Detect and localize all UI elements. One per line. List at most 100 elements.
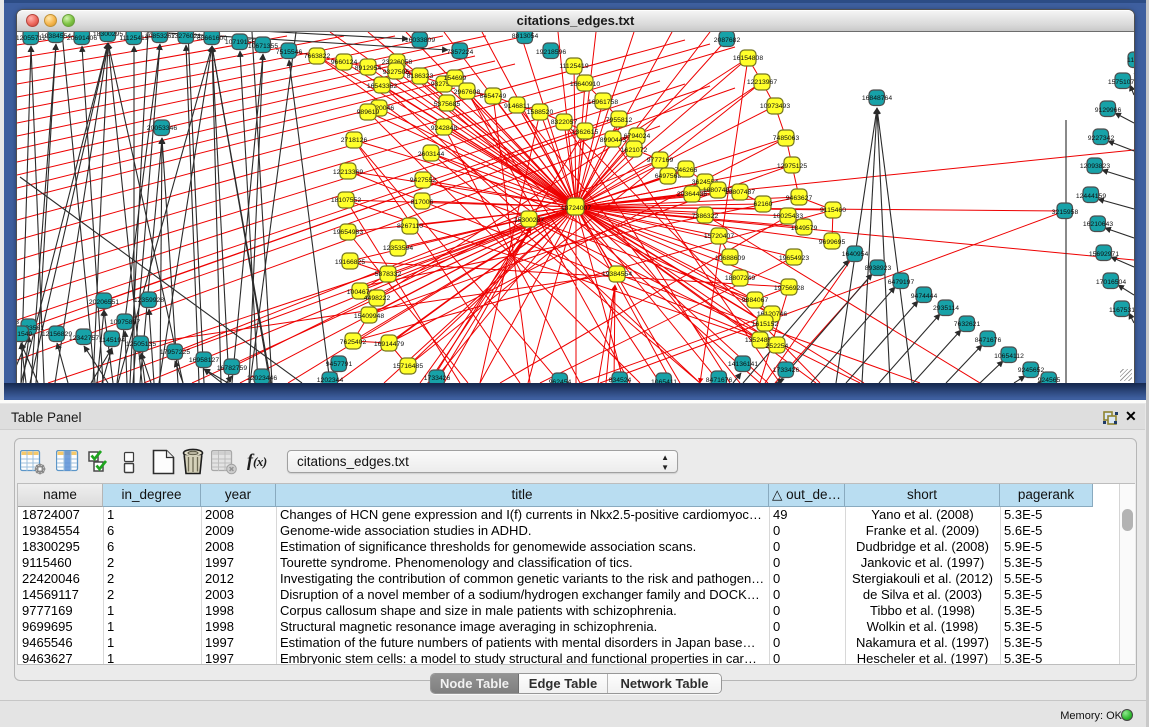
svg-text:7357224: 7357224 <box>447 49 474 56</box>
svg-text:9227342: 9227342 <box>1088 135 1115 142</box>
svg-text:12505135: 12505135 <box>126 341 156 348</box>
svg-text:7663822: 7663822 <box>304 53 331 60</box>
svg-text:6497568: 6497568 <box>655 173 682 180</box>
svg-text:11121: 11121 <box>1127 57 1134 64</box>
svg-text:19166825: 19166825 <box>335 259 365 266</box>
svg-text:8186323: 8186323 <box>407 73 434 80</box>
svg-text:1621072: 1621072 <box>621 147 648 154</box>
svg-text:12213369: 12213369 <box>333 169 363 176</box>
svg-text:12359928: 12359928 <box>134 297 164 304</box>
svg-text:7485063: 7485063 <box>773 135 800 142</box>
svg-text:19654923: 19654923 <box>779 255 809 262</box>
svg-text:746266: 746266 <box>675 167 698 174</box>
svg-text:9699695: 9699695 <box>819 239 846 246</box>
svg-text:7955812: 7955812 <box>606 117 633 124</box>
svg-text:8813054: 8813054 <box>512 33 539 40</box>
svg-text:1733426: 1733426 <box>773 367 800 374</box>
svg-text:18807249: 18807249 <box>725 275 755 282</box>
svg-text:16958127: 16958127 <box>189 357 219 364</box>
svg-text:9777169: 9777169 <box>647 157 674 164</box>
svg-text:9427552: 9427552 <box>410 177 437 184</box>
svg-text:15692971: 15692971 <box>1089 251 1119 258</box>
svg-text:14136141: 14136141 <box>728 361 758 368</box>
svg-text:15720407: 15720407 <box>704 233 734 240</box>
svg-text:10654112: 10654112 <box>994 353 1024 360</box>
svg-text:20206551: 20206551 <box>89 299 119 306</box>
svg-text:16033809: 16033809 <box>405 37 435 44</box>
svg-text:1615152: 1615152 <box>752 321 779 328</box>
svg-text:2935114: 2935114 <box>933 305 959 312</box>
svg-text:1145194: 1145194 <box>99 337 125 344</box>
svg-text:8938923: 8938923 <box>865 265 892 272</box>
svg-text:19654983: 19654983 <box>333 229 363 236</box>
svg-text:1849579: 1849579 <box>791 225 818 232</box>
svg-text:17957225: 17957225 <box>160 349 190 356</box>
svg-text:15751074: 15751074 <box>1108 79 1134 86</box>
svg-text:19756928: 19756928 <box>774 285 804 292</box>
svg-text:9457791: 9457791 <box>326 361 353 368</box>
svg-text:7632621: 7632621 <box>954 321 981 328</box>
svg-text:12093823: 12093823 <box>1080 163 1110 170</box>
svg-text:9463627: 9463627 <box>786 195 813 202</box>
svg-text:7515546: 7515546 <box>276 49 303 56</box>
svg-text:11125419: 11125419 <box>559 63 588 70</box>
svg-text:16848764: 16848764 <box>862 95 892 102</box>
svg-text:8912954: 8912954 <box>355 65 382 72</box>
svg-text:20053346: 20053346 <box>147 125 177 132</box>
svg-text:9115460: 9115460 <box>820 207 846 214</box>
svg-text:16914479: 16914479 <box>374 341 404 348</box>
svg-text:12444159: 12444159 <box>1076 193 1106 200</box>
svg-text:1362615: 1362615 <box>572 129 599 136</box>
svg-text:7625402: 7625402 <box>340 339 367 346</box>
svg-text:17016504: 17016504 <box>1096 279 1126 286</box>
svg-text:2603144: 2603144 <box>418 151 445 158</box>
svg-text:989619: 989619 <box>357 109 380 116</box>
svg-text:10973493: 10973493 <box>760 103 790 110</box>
svg-text:391540: 391540 <box>17 331 33 338</box>
svg-text:12342757: 12342757 <box>69 335 99 342</box>
svg-text:6479197: 6479197 <box>888 279 915 286</box>
svg-text:154699: 154699 <box>444 75 467 82</box>
svg-text:4498222: 4498222 <box>364 295 391 302</box>
svg-text:1167531: 1167531 <box>1109 307 1134 314</box>
svg-text:10807487: 10807487 <box>725 189 755 196</box>
svg-text:2087682: 2087682 <box>714 37 741 44</box>
svg-text:8454749: 8454749 <box>480 93 507 100</box>
svg-text:16782759: 16782759 <box>217 365 247 372</box>
svg-text:68661600: 68661600 <box>197 35 227 42</box>
svg-text:15409948: 15409948 <box>354 313 384 320</box>
svg-text:5375685: 5375685 <box>434 101 461 108</box>
svg-text:18107552: 18107552 <box>331 197 361 204</box>
svg-text:8471676: 8471676 <box>975 337 1002 344</box>
svg-text:9327505: 9327505 <box>383 69 410 76</box>
svg-text:16543362: 16543362 <box>367 83 397 90</box>
svg-text:8322057: 8322057 <box>551 119 578 126</box>
svg-text:9242848: 9242848 <box>431 125 458 132</box>
svg-text:16210643: 16210643 <box>1083 221 1113 228</box>
svg-text:16640910: 16640910 <box>570 81 600 88</box>
svg-text:9245652: 9245652 <box>1018 367 1045 374</box>
svg-text:10688609: 10688609 <box>715 255 745 262</box>
svg-text:16154808: 16154808 <box>733 55 763 62</box>
svg-text:12213967: 12213967 <box>747 79 777 86</box>
svg-text:3215958: 3215958 <box>1052 209 1079 216</box>
svg-text:2718126: 2718126 <box>341 137 368 144</box>
svg-text:7386322: 7386322 <box>692 213 719 220</box>
svg-text:12023446: 12023446 <box>247 375 277 382</box>
svg-text:19218596: 19218596 <box>536 49 566 56</box>
svg-text:252254: 252254 <box>766 343 789 350</box>
svg-text:1588520: 1588520 <box>527 109 554 116</box>
svg-text:16961758: 16961758 <box>588 99 618 106</box>
svg-text:8990443: 8990443 <box>600 137 627 144</box>
svg-text:15716485: 15716485 <box>393 363 423 370</box>
svg-text:5878332: 5878332 <box>375 271 402 278</box>
svg-text:2967608: 2967608 <box>454 89 481 96</box>
svg-text:6794024: 6794024 <box>624 133 651 140</box>
svg-text:12975125: 12975125 <box>777 163 807 170</box>
svg-text:9884067: 9884067 <box>742 297 769 304</box>
svg-text:9474444: 9474444 <box>911 293 938 300</box>
svg-text:1640954: 1640954 <box>842 251 869 258</box>
svg-text:1733426: 1733426 <box>424 375 451 382</box>
svg-text:20364436: 20364436 <box>677 191 707 198</box>
svg-text:18724007: 18724007 <box>561 205 591 212</box>
